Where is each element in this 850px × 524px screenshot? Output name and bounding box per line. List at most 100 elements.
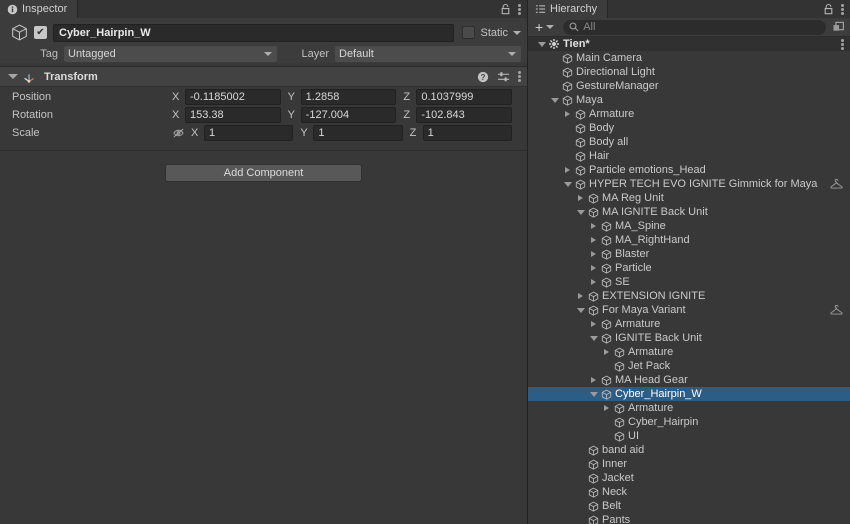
chevron-right-icon[interactable] (588, 377, 599, 383)
chevron-down-icon[interactable] (588, 391, 599, 397)
chevron-down-icon[interactable] (575, 307, 586, 313)
hierarchy-row[interactable]: SE (528, 275, 850, 289)
hierarchy-row[interactable]: Jacket (528, 471, 850, 485)
chevron-down-icon[interactable] (588, 335, 599, 341)
hierarchy-row[interactable]: Armature (528, 345, 850, 359)
hierarchy-row[interactable]: MA_RightHand (528, 233, 850, 247)
lock-icon[interactable] (823, 3, 834, 15)
hierarchy-row[interactable]: Armature (528, 401, 850, 415)
hierarchy-row[interactable]: Maya (528, 93, 850, 107)
hierarchy-row[interactable]: Armature (528, 107, 850, 121)
scene-kebab-menu-icon[interactable] (841, 38, 844, 51)
create-button[interactable]: + (532, 20, 559, 34)
hierarchy-row[interactable]: HYPER TECH EVO IGNITE Gimmick for Maya (528, 177, 850, 191)
chevron-right-icon[interactable] (588, 279, 599, 285)
chevron-right-icon[interactable] (562, 111, 573, 117)
hierarchy-row[interactable]: MA IGNITE Back Unit (528, 205, 850, 219)
chevron-right-icon[interactable] (575, 195, 586, 201)
chevron-right-icon[interactable] (588, 237, 599, 243)
scale-x-field[interactable]: 1 (204, 124, 294, 141)
chevron-right-icon[interactable] (588, 251, 599, 257)
hierarchy-row-label: MA Head Gear (615, 374, 688, 386)
hierarchy-row[interactable]: Hair (528, 149, 850, 163)
tag-dropdown[interactable]: Untagged (64, 45, 277, 62)
gameobject-icon (599, 221, 613, 232)
position-x-label: X (172, 90, 180, 103)
layer-dropdown[interactable]: Default (335, 45, 521, 62)
scale-y-field[interactable]: 1 (313, 124, 403, 141)
search-input[interactable]: All (563, 19, 826, 35)
hierarchy-row[interactable]: Particle emotions_Head (528, 163, 850, 177)
gameobject-icon (612, 347, 626, 358)
rotation-y-field[interactable]: -127.004 (300, 106, 397, 123)
chevron-right-icon[interactable] (601, 405, 612, 411)
help-icon[interactable]: ? (477, 71, 489, 83)
chevron-right-icon[interactable] (601, 349, 612, 355)
scale-z-field[interactable]: 1 (422, 124, 512, 141)
position-y-field[interactable]: 1.2858 (300, 88, 397, 105)
hierarchy-row[interactable]: Armature (528, 317, 850, 331)
transform-foldout-icon[interactable] (8, 74, 18, 79)
chevron-down-icon[interactable] (575, 209, 586, 215)
chevron-down-icon[interactable] (536, 41, 547, 47)
hierarchy-row[interactable]: Blaster (528, 247, 850, 261)
kebab-menu-icon[interactable] (518, 3, 521, 16)
hierarchy-row[interactable]: MA_Spine (528, 219, 850, 233)
static-chevron-down-icon[interactable] (513, 30, 521, 35)
hierarchy-row[interactable]: Body all (528, 135, 850, 149)
hierarchy-row[interactable]: IGNITE Back Unit (528, 331, 850, 345)
constrain-proportions-off-icon[interactable] (172, 127, 185, 139)
hierarchy-row[interactable]: Main Camera (528, 51, 850, 65)
hierarchy-row[interactable]: MA Head Gear (528, 373, 850, 387)
position-z-field[interactable]: 0.1037999 (416, 88, 513, 105)
transform-component-header[interactable]: Transform ? (0, 66, 527, 87)
kebab-menu-icon[interactable] (841, 3, 844, 16)
hierarchy-row[interactable]: Jet Pack (528, 359, 850, 373)
lock-icon[interactable] (500, 3, 511, 15)
tab-hierarchy[interactable]: Hierarchy (528, 0, 609, 18)
tab-inspector[interactable]: Inspector (0, 0, 79, 18)
chevron-right-icon[interactable] (588, 223, 599, 229)
hierarchy-row[interactable]: Directional Light (528, 65, 850, 79)
hierarchy-row[interactable]: Cyber_Hairpin (528, 415, 850, 429)
hierarchy-row[interactable]: band aid (528, 443, 850, 457)
add-component-button[interactable]: Add Component (165, 164, 362, 182)
position-axes: X -0.1185002 Y 1.2858 Z 0.1037999 (172, 88, 519, 105)
gameobject-icon[interactable] (6, 23, 32, 42)
chevron-right-icon[interactable] (575, 293, 586, 299)
search-placeholder: All (583, 21, 596, 33)
hierarchy-row-label: Belt (602, 500, 621, 512)
hierarchy-row[interactable]: Belt (528, 499, 850, 513)
hierarchy-row[interactable]: EXTENSION IGNITE (528, 289, 850, 303)
tag-layer-row: Tag Untagged Layer Default (0, 44, 527, 63)
hierarchy-row[interactable]: Inner (528, 457, 850, 471)
hierarchy-row[interactable]: Body (528, 121, 850, 135)
gameobject-icon (573, 179, 587, 190)
static-checkbox[interactable] (462, 26, 476, 39)
scene-visibility-icon[interactable] (830, 21, 846, 34)
hierarchy-row-label: band aid (602, 444, 645, 456)
chevron-right-icon[interactable] (562, 167, 573, 173)
chevron-down-icon[interactable] (562, 181, 573, 187)
position-x-field[interactable]: -0.1185002 (185, 88, 281, 105)
hierarchy-row[interactable]: Particle (528, 261, 850, 275)
hierarchy-row[interactable]: UI (528, 429, 850, 443)
hierarchy-row[interactable]: Neck (528, 485, 850, 499)
transform-kebab-menu-icon[interactable] (518, 70, 521, 83)
chevron-down-icon[interactable] (549, 97, 560, 103)
rotation-z-field[interactable]: -102.843 (416, 106, 513, 123)
hierarchy-row-selected[interactable]: Cyber_Hairpin_W (528, 387, 850, 401)
chevron-right-icon[interactable] (588, 265, 599, 271)
hierarchy-row[interactable]: GestureManager (528, 79, 850, 93)
hierarchy-tree[interactable]: Tien* Main Camera Directional Light Gesture… (528, 37, 850, 524)
hierarchy-row[interactable]: MA Reg Unit (528, 191, 850, 205)
gameobject-icon (560, 53, 574, 64)
chevron-right-icon[interactable] (588, 321, 599, 327)
hierarchy-row[interactable]: Tien* (528, 37, 850, 51)
gameobject-name-field[interactable]: Cyber_Hairpin_W (53, 23, 455, 42)
rotation-x-field[interactable]: 153.38 (185, 106, 281, 123)
preset-icon[interactable] (497, 71, 510, 83)
hierarchy-row[interactable]: Pants (528, 513, 850, 524)
hierarchy-row[interactable]: For Maya Variant (528, 303, 850, 317)
gameobject-enabled-checkbox[interactable]: ✔ (34, 26, 47, 39)
